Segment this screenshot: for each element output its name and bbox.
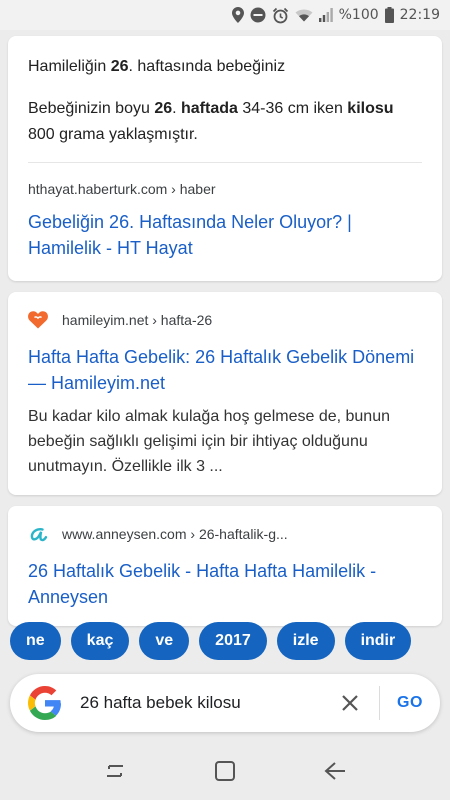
result-source-row: www.anneysen.com › 26-haftalik-g... <box>28 524 422 544</box>
letter-a-icon <box>28 524 48 544</box>
suggestion-chip-izle[interactable]: izle <box>276 622 335 660</box>
result-description: Bu kadar kilo almak kulağa hoş gelmese d… <box>28 408 390 475</box>
do-not-disturb-icon <box>250 7 266 23</box>
suggestion-chip-2017[interactable]: 2017 <box>199 622 267 660</box>
result-source-url: www.anneysen.com › 26-haftalik-g... <box>62 526 288 542</box>
home-button[interactable] <box>205 751 245 791</box>
suggestion-chip-ve[interactable]: ve <box>139 622 190 660</box>
alarm-icon <box>272 7 288 23</box>
featured-snippet-card[interactable]: Hamileliğin 26. haftasında bebeğiniz Beb… <box>8 36 442 281</box>
search-result-card[interactable]: www.anneysen.com › 26-haftalik-g... 26 H… <box>8 506 442 626</box>
result-title-link[interactable]: Gebeliğin 26. Haftasında Neler Oluyor? |… <box>28 209 422 261</box>
suggestion-chips: ne kaç ve 2017 izle indir <box>10 622 412 660</box>
back-button[interactable] <box>315 751 355 791</box>
snippet-heading: Hamileliğin 26. haftasında bebeğiniz <box>28 58 286 75</box>
suggestion-chip-kac[interactable]: kaç <box>70 622 130 660</box>
result-title-link[interactable]: 26 Haftalık Gebelik - Hafta Hafta Hamile… <box>28 558 422 610</box>
recent-apps-button[interactable] <box>95 751 135 791</box>
search-result-card[interactable]: hamileyim.net › hafta-26 Hafta Hafta Geb… <box>8 292 442 495</box>
clock: 22:19 <box>399 7 440 23</box>
back-icon <box>324 762 345 780</box>
battery-icon <box>384 7 394 23</box>
snippet-body: Bebeğinizin boyu 26. haftada 34-36 cm ik… <box>28 100 394 143</box>
search-input[interactable]: 26 hafta bebek kilosu <box>80 693 335 713</box>
go-button[interactable]: GO <box>380 694 440 712</box>
home-icon <box>215 761 235 781</box>
status-bar: %100 22:19 <box>0 0 450 30</box>
battery-percent: %100 <box>338 7 379 23</box>
suggestion-chip-indir[interactable]: indir <box>344 622 412 660</box>
suggestion-chip-ne[interactable]: ne <box>10 622 61 660</box>
result-source-row: hamileyim.net › hafta-26 <box>28 310 422 330</box>
wifi-icon <box>295 9 313 22</box>
result-source-url: hthayat.haberturk.com › haber <box>28 181 216 197</box>
search-bar: 26 hafta bebek kilosu GO <box>10 674 440 732</box>
recent-apps-icon <box>107 765 123 777</box>
heart-icon <box>28 310 48 330</box>
signal-icon <box>318 8 333 22</box>
navigation-bar <box>0 742 450 800</box>
divider <box>28 162 422 163</box>
google-logo-icon <box>28 686 62 720</box>
location-icon <box>231 7 244 23</box>
result-source-url: hamileyim.net › hafta-26 <box>62 312 213 328</box>
clear-icon[interactable] <box>335 688 365 718</box>
result-title-link[interactable]: Hafta Hafta Gebelik: 26 Haftalık Gebelik… <box>28 344 422 396</box>
